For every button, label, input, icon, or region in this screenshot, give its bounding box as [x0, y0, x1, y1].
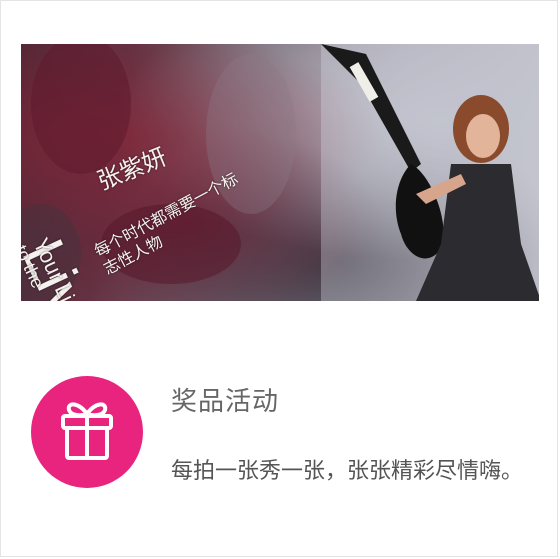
promo-card[interactable]: 张紫妍 每个时代都需要一个标志性人物 Live Your Li to the 奖…	[0, 0, 558, 557]
banner-image[interactable]: 张紫妍 每个时代都需要一个标志性人物 Live Your Li to the	[21, 44, 539, 301]
gift-icon	[61, 402, 113, 460]
gift-badge	[31, 376, 143, 488]
card-title: 奖品活动	[171, 387, 280, 417]
card-description: 每拍一张秀一张，张张精彩尽情嗨。	[171, 459, 524, 484]
